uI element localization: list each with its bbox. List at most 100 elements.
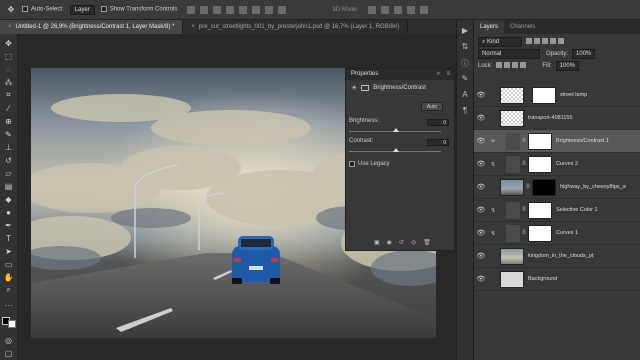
eye-icon[interactable]: 👁: [474, 160, 488, 168]
quick-mask-icon[interactable]: ◎: [4, 335, 14, 345]
eye-icon[interactable]: 👁: [474, 206, 488, 214]
eye-icon[interactable]: 👁: [474, 229, 488, 237]
filter-icons[interactable]: [526, 38, 566, 46]
chain-link-icon[interactable]: 8: [520, 230, 528, 236]
type-icon[interactable]: T: [4, 233, 14, 243]
tab-streetlights[interactable]: × pre_cut_streetlights_001_by_presterjohn…: [183, 20, 409, 34]
eye-icon[interactable]: 👁: [474, 183, 488, 191]
transform-controls-checkbox[interactable]: Show Transform Controls: [100, 6, 177, 13]
layer-mask-thumbnail[interactable]: [528, 132, 552, 150]
layer-thumbnail[interactable]: [506, 155, 520, 173]
auto-select-checkbox[interactable]: Auto-Select:: [22, 6, 64, 13]
path-select-icon[interactable]: ➤: [4, 246, 14, 256]
hand-icon[interactable]: ✋: [4, 272, 14, 282]
layer-row[interactable]: 👁 ↯ 8 Selective Color 1: [474, 199, 640, 222]
layer-row[interactable]: 👁 transport-4081155: [474, 107, 640, 130]
background-color[interactable]: [7, 320, 16, 328]
layer-row[interactable]: 👁 ☀ 8 Brightness/Contrast 1: [474, 130, 640, 153]
view-previous-icon[interactable]: ◉: [387, 239, 392, 246]
close-icon[interactable]: ×: [8, 24, 12, 30]
pen-icon[interactable]: ✒: [4, 220, 14, 230]
fill-field[interactable]: 100%: [555, 61, 580, 71]
chain-link-icon[interactable]: 8: [520, 161, 528, 167]
healing-icon[interactable]: ⊕: [4, 116, 14, 126]
character-icon[interactable]: A: [460, 90, 470, 100]
stamp-icon[interactable]: ⊥: [4, 142, 14, 152]
panel-menu-icon[interactable]: ≡: [446, 69, 450, 80]
eye-icon[interactable]: 👁: [474, 275, 488, 283]
layer-thumbnail[interactable]: [500, 270, 524, 288]
chain-link-icon[interactable]: 8: [520, 207, 528, 213]
more-tools-icon[interactable]: …: [4, 298, 14, 308]
eye-icon[interactable]: 👁: [474, 91, 488, 99]
layer-mask-thumbnail[interactable]: [528, 224, 552, 242]
mask-icon[interactable]: [361, 85, 370, 91]
layer-thumbnail[interactable]: [506, 224, 520, 242]
brightness-value[interactable]: 0: [427, 119, 449, 126]
info-icon[interactable]: ⓘ: [460, 58, 470, 68]
tab-channels[interactable]: Channels: [504, 20, 541, 34]
magic-wand-icon[interactable]: ⁂: [4, 77, 14, 87]
trash-icon[interactable]: 🗑: [423, 239, 431, 246]
blend-mode-select[interactable]: Normal: [478, 49, 540, 59]
layer-mask-thumbnail[interactable]: [532, 178, 556, 196]
auto-select-dropdown[interactable]: Layer: [69, 4, 95, 15]
layer-thumbnail[interactable]: [506, 201, 520, 219]
kind-filter[interactable]: ⌕ Kind: [478, 37, 522, 47]
adjust-icon[interactable]: ⇅: [460, 42, 470, 52]
lasso-icon[interactable]: ◌: [4, 64, 14, 74]
auto-button[interactable]: Auto: [421, 102, 443, 111]
gradient-icon[interactable]: ▤: [4, 181, 14, 191]
eye-icon[interactable]: 👁: [474, 137, 488, 145]
3d-mode-icons[interactable]: [368, 5, 429, 14]
brightness-slider-thumb[interactable]: [393, 128, 399, 132]
play-icon[interactable]: ▶: [460, 26, 470, 36]
dodge-icon[interactable]: ●: [4, 207, 14, 217]
opacity-field[interactable]: 100%: [572, 49, 596, 59]
layer-mask-thumbnail[interactable]: [528, 201, 552, 219]
brush-preset-icon[interactable]: ✎: [460, 74, 470, 84]
layer-mask-thumbnail[interactable]: [528, 155, 552, 173]
contrast-value[interactable]: 0: [427, 139, 449, 146]
reset-icon[interactable]: ↺: [399, 239, 404, 246]
move-icon[interactable]: ✥: [4, 38, 14, 48]
eyedropper-icon[interactable]: ⁄: [4, 103, 14, 113]
crop-icon[interactable]: ⌗: [4, 90, 14, 100]
eye-icon[interactable]: 👁: [474, 252, 488, 260]
history-brush-icon[interactable]: ↺: [4, 155, 14, 165]
layer-thumbnail[interactable]: [500, 178, 524, 196]
layer-thumbnail[interactable]: [506, 132, 520, 150]
blur-icon[interactable]: ◆: [4, 194, 14, 204]
shape-icon[interactable]: ▭: [4, 259, 14, 269]
tab-untitled[interactable]: × Untitled-1 @ 26,9% (Brightness/Contrast…: [0, 20, 184, 34]
layer-row[interactable]: 👁 Background: [474, 268, 640, 291]
color-swatches[interactable]: [1, 317, 16, 328]
screen-mode-icon[interactable]: ▢: [4, 348, 14, 358]
layer-row[interactable]: 👁 ↯ 8 Curves 2: [474, 153, 640, 176]
close-icon[interactable]: ×: [191, 24, 195, 30]
align-icons[interactable]: [187, 5, 287, 14]
use-legacy-checkbox[interactable]: Use Legacy: [349, 161, 390, 167]
chain-link-icon[interactable]: 8: [524, 184, 532, 190]
chain-link-icon[interactable]: 8: [520, 138, 528, 144]
layer-thumbnail[interactable]: [500, 247, 524, 265]
contrast-slider-thumb[interactable]: [393, 148, 399, 152]
paragraph-icon[interactable]: ¶: [460, 106, 470, 116]
layer-row[interactable]: 👁 ↯ 8 Curves 1: [474, 222, 640, 245]
tab-layers[interactable]: Layers: [474, 20, 505, 34]
layer-row[interactable]: 👁 8 highway_by_cheesy8ips_st...: [474, 176, 640, 199]
eraser-icon[interactable]: ▱: [4, 168, 14, 178]
visibility-icon[interactable]: ◎: [411, 239, 416, 246]
zoom-icon[interactable]: ⌕: [4, 285, 14, 295]
move-tool-icon[interactable]: ✥: [6, 5, 16, 15]
eye-icon[interactable]: 👁: [474, 114, 488, 122]
layer-row[interactable]: 👁 street lamp: [474, 84, 640, 107]
lock-icons[interactable]: [496, 62, 528, 70]
marquee-icon[interactable]: ⬚: [4, 51, 14, 61]
collapse-icon[interactable]: »: [437, 69, 440, 80]
layer-mask-thumbnail[interactable]: [532, 86, 556, 104]
layer-thumbnail[interactable]: [500, 109, 524, 127]
layer-thumbnail[interactable]: [500, 86, 524, 104]
brush-icon[interactable]: ✎: [4, 129, 14, 139]
layer-row[interactable]: 👁 kingdom_in_the_clouds_pt_1_by_chainbo..…: [474, 245, 640, 268]
